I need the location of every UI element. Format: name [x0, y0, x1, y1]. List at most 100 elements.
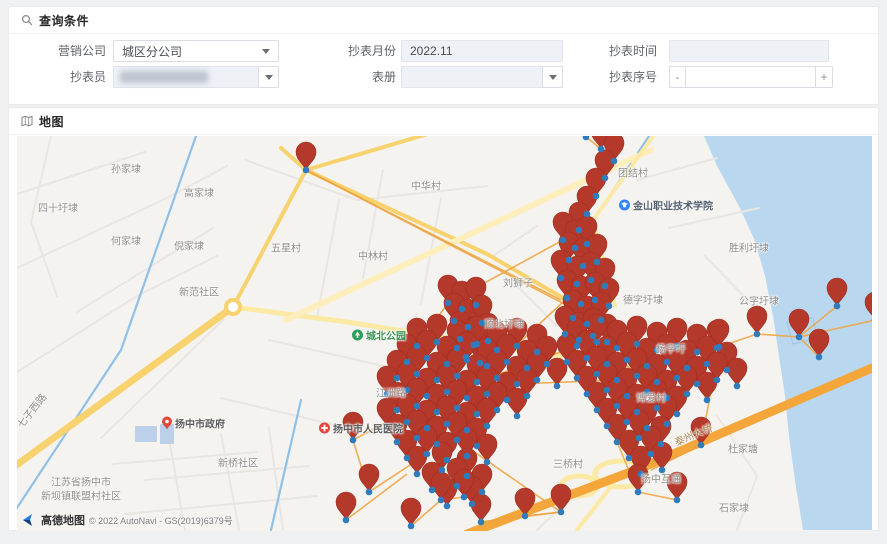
reader-dropdown-button[interactable]: [258, 66, 279, 88]
marker-anchor-dot: [514, 343, 521, 350]
marker-anchor-dot: [424, 425, 431, 432]
chevron-down-icon: [265, 75, 273, 80]
stepper-plus-button[interactable]: +: [816, 66, 833, 88]
marker-anchor-dot: [576, 227, 583, 234]
search-icon: [21, 14, 33, 26]
marker-anchor-dot: [594, 339, 601, 346]
marker-anchor-dot: [464, 473, 471, 480]
marker-anchor-dot: [572, 245, 579, 252]
marker-anchor-dot: [394, 439, 401, 446]
marker-anchor-dot: [604, 423, 611, 430]
marker-anchor-dot: [434, 339, 441, 346]
roundabout: [226, 300, 240, 314]
book-combobox[interactable]: [401, 66, 563, 88]
company-value: 城区分公司: [122, 43, 182, 60]
water-area: [704, 136, 872, 530]
major-road: [281, 148, 577, 306]
marker-anchor-dot: [444, 361, 451, 368]
sequence-input[interactable]: [686, 66, 816, 88]
company-select[interactable]: 城区分公司: [113, 40, 279, 62]
marker-anchor-dot: [434, 377, 441, 384]
map-marker[interactable]: [667, 472, 687, 500]
chevron-down-icon: [549, 75, 557, 80]
minor-road: [637, 158, 717, 180]
marker-anchor-dot: [626, 455, 633, 462]
map-marker[interactable]: [697, 372, 717, 400]
reader-combobox[interactable]: [113, 66, 279, 88]
read-time-input[interactable]: [669, 40, 829, 62]
map-marker[interactable]: [401, 498, 421, 526]
marker-anchor-dot: [457, 336, 464, 343]
marker-anchor-dot: [494, 347, 501, 354]
marker-anchor-dot: [484, 363, 491, 370]
marker-anchor-dot: [593, 193, 600, 200]
marker-anchor-dot: [494, 375, 501, 382]
company-label: 营销公司: [21, 40, 106, 62]
marker-anchor-dot: [664, 359, 671, 366]
poi-label: 金山职业技术学院: [633, 198, 713, 213]
marker-anchor-dot: [454, 437, 461, 444]
marker-anchor-dot: [439, 467, 446, 474]
marker-anchor-dot: [414, 403, 421, 410]
marker-anchor-dot: [451, 318, 458, 325]
map-poi-hospital[interactable]: 扬中市人民医院: [319, 421, 403, 436]
marker-anchor-dot: [614, 439, 621, 446]
query-panel-title: 查询条件: [39, 12, 89, 29]
marker-anchor-dot: [614, 345, 621, 352]
marker-anchor-dot: [694, 349, 701, 356]
marker-anchor-dot: [454, 373, 461, 380]
map-marker[interactable]: [471, 494, 491, 522]
marker-anchor-dot: [754, 331, 761, 338]
park-icon: [352, 330, 363, 341]
marker-anchor-dot: [698, 442, 705, 449]
marker-anchor-dot: [624, 393, 631, 400]
marker-anchor-dot: [734, 383, 741, 390]
marker-anchor-dot: [514, 381, 521, 388]
month-label: 抄表月份: [311, 40, 396, 62]
marker-anchor-dot: [584, 211, 591, 218]
marker-anchor-dot: [614, 377, 621, 384]
marker-anchor-dot: [584, 391, 591, 398]
poi-label: 城北公园: [366, 328, 406, 343]
map-marker[interactable]: [477, 434, 497, 462]
marker-anchor-dot: [602, 175, 609, 182]
minor-road: [17, 152, 145, 194]
marker-anchor-dot: [343, 517, 350, 524]
marker-anchor-dot: [634, 341, 641, 348]
marker-anchor-dot: [604, 339, 611, 346]
reader-label: 抄表员: [21, 66, 106, 88]
map-panel-header: 地图: [9, 108, 878, 135]
redacted-value: [120, 71, 208, 83]
marker-anchor-dot: [484, 423, 491, 430]
marker-anchor-dot: [444, 389, 451, 396]
reader-value: [113, 66, 258, 88]
marker-anchor-dot: [479, 320, 486, 327]
marker-anchor-dot: [654, 405, 661, 412]
map-poi-school[interactable]: 金山职业技术学院: [619, 198, 713, 213]
map-poi-gov[interactable]: 扬中市政府: [162, 416, 225, 431]
month-input[interactable]: 2022.11: [401, 40, 563, 62]
book-label: 表册: [311, 66, 396, 88]
major-road: [17, 307, 233, 472]
sequence-label: 抄表序号: [572, 66, 657, 88]
map-marker[interactable]: [507, 388, 527, 416]
map-canvas[interactable]: 孙家埭四十圩埭高家埭何家埭倪家埭新范社区五星村中华村中林村刘狮子顶北圩埭团结村胜…: [17, 136, 872, 531]
marker-anchor-dot: [634, 373, 641, 380]
marker-anchor-dot: [606, 303, 613, 310]
marker-anchor-dot: [664, 395, 671, 402]
book-dropdown-button[interactable]: [542, 66, 563, 88]
map-poi-park[interactable]: 城北公园: [352, 328, 406, 343]
marker-anchor-dot: [404, 419, 411, 426]
map-marker[interactable]: [727, 358, 747, 386]
marker-anchor-dot: [578, 301, 585, 308]
marker-anchor-dot: [494, 407, 501, 414]
map-panel: 地图 孙家埭四十圩埭高家埭何家埭倪家埭新范社区五星村中华村中林村刘狮子顶北圩埭团…: [8, 107, 879, 531]
marker-anchor-dot: [444, 421, 451, 428]
marker-anchor-dot: [424, 393, 431, 400]
map-marker[interactable]: [747, 306, 767, 334]
map-marker[interactable]: [336, 492, 356, 520]
marker-anchor-dot: [574, 375, 581, 382]
marker-anchor-dot: [716, 344, 723, 351]
marker-anchor-dot: [704, 397, 711, 404]
stepper-minus-button[interactable]: -: [669, 66, 686, 88]
